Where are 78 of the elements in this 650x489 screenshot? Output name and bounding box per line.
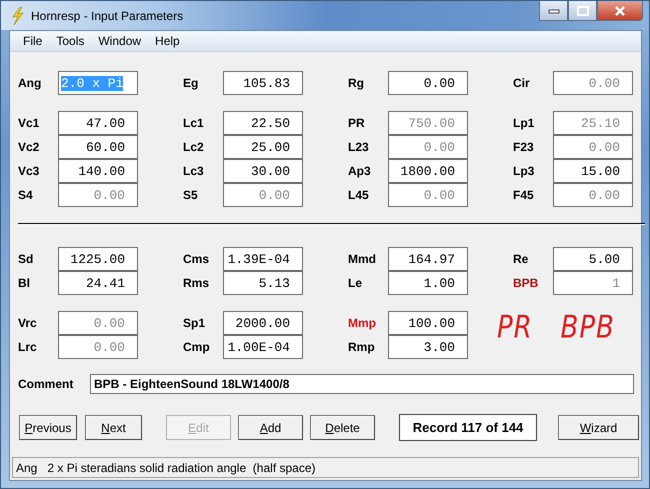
menu-item[interactable]: Help	[148, 34, 187, 48]
field-label: Lp1	[513, 116, 536, 130]
maximize-icon	[576, 6, 588, 16]
field-label: Lc1	[183, 116, 205, 130]
field-label: Mmp	[348, 316, 377, 330]
field-label: Lc3	[183, 164, 205, 178]
field-label: F23	[513, 140, 535, 154]
field-label: Rms	[183, 276, 210, 290]
input-field[interactable]: 1.39E-04	[223, 247, 303, 271]
menu-item[interactable]: Tools	[49, 34, 92, 48]
comment-label: Comment	[18, 377, 74, 391]
field-label: Ang	[18, 76, 42, 90]
field-label: Cir	[513, 76, 531, 90]
close-button[interactable]	[597, 1, 643, 21]
field-label: Rmp	[348, 340, 376, 354]
input-field[interactable]: 25.00	[223, 135, 303, 159]
input-field[interactable]: 0.00	[388, 71, 468, 95]
minimize-icon	[548, 8, 560, 14]
input-field[interactable]: 1.00E-04	[223, 335, 303, 359]
input-field[interactable]: 5.13	[223, 271, 303, 295]
window-title: Hornresp - Input Parameters	[31, 8, 184, 22]
field-label: Mmd	[348, 252, 377, 266]
field-label: Eg	[183, 76, 200, 90]
action-button: Edit	[166, 415, 231, 440]
field-label: F45	[513, 188, 535, 202]
input-field[interactable]: 105.83	[223, 71, 303, 95]
field-label: PR	[348, 116, 366, 130]
input-field[interactable]: 15.00	[553, 159, 633, 183]
field-label: L23	[348, 140, 370, 154]
field-label: Rg	[348, 76, 365, 90]
record-counter: Record 117 of 144	[399, 414, 537, 441]
input-field[interactable]: 1225.00	[58, 247, 138, 271]
field-label: Bl	[18, 276, 31, 290]
input-field[interactable]: 30.00	[223, 159, 303, 183]
field-label: Vrc	[18, 316, 38, 330]
input-field[interactable]: 5.00	[553, 247, 633, 271]
field-label: S5	[183, 188, 199, 202]
input-field[interactable]: 2000.00	[223, 311, 303, 335]
action-button[interactable]: Previous	[19, 415, 77, 440]
comment-field[interactable]: BPB - EighteenSound 18LW1400/8	[90, 374, 634, 394]
field-label: Vc2	[18, 140, 40, 154]
field-label: Le	[348, 276, 364, 290]
field-label: Ap3	[348, 164, 372, 178]
action-button[interactable]: Add	[238, 415, 303, 440]
minimize-button[interactable]	[539, 1, 568, 21]
input-field[interactable]: 24.41	[58, 271, 138, 295]
lightning-icon	[11, 6, 25, 24]
action-button[interactable]: Delete	[310, 415, 375, 440]
status-text: Ang 2 x Pi steradians solid radiation angle (half space)	[16, 460, 316, 474]
action-button[interactable]: Next	[85, 415, 142, 440]
field-label: Cmp	[183, 340, 211, 354]
field-label: Sp1	[183, 316, 206, 330]
input-field[interactable]: 140.00	[58, 159, 138, 183]
field-label: Vc3	[18, 164, 40, 178]
menu-item[interactable]: File	[16, 34, 50, 48]
field-label: BPB	[513, 276, 540, 290]
input-field[interactable]: 100.00	[388, 311, 468, 335]
field-label: Cms	[183, 252, 210, 266]
field-label: Lc2	[183, 140, 205, 154]
action-button[interactable]: Wizard	[558, 415, 639, 440]
field-label: S4	[18, 188, 34, 202]
field-label: L45	[348, 188, 370, 202]
input-field[interactable]: 47.00	[58, 111, 138, 135]
field-label: Sd	[18, 252, 34, 266]
input-field[interactable]: 3.00	[388, 335, 468, 359]
input-field[interactable]: 1.00	[388, 271, 468, 295]
field-label: Re	[513, 252, 530, 266]
menu-item[interactable]: Window	[91, 34, 148, 48]
input-field[interactable]: 60.00	[58, 135, 138, 159]
handwritten-note: PR BPB	[497, 310, 615, 346]
field-label: Lp3	[513, 164, 536, 178]
maximize-button[interactable]	[568, 1, 597, 21]
input-field[interactable]: 164.97	[388, 247, 468, 271]
input-field[interactable]: 22.50	[223, 111, 303, 135]
input-field[interactable]: 1800.00	[388, 159, 468, 183]
field-label: Lrc	[18, 340, 38, 354]
field-label: Vc1	[18, 116, 40, 130]
close-icon	[614, 6, 626, 16]
